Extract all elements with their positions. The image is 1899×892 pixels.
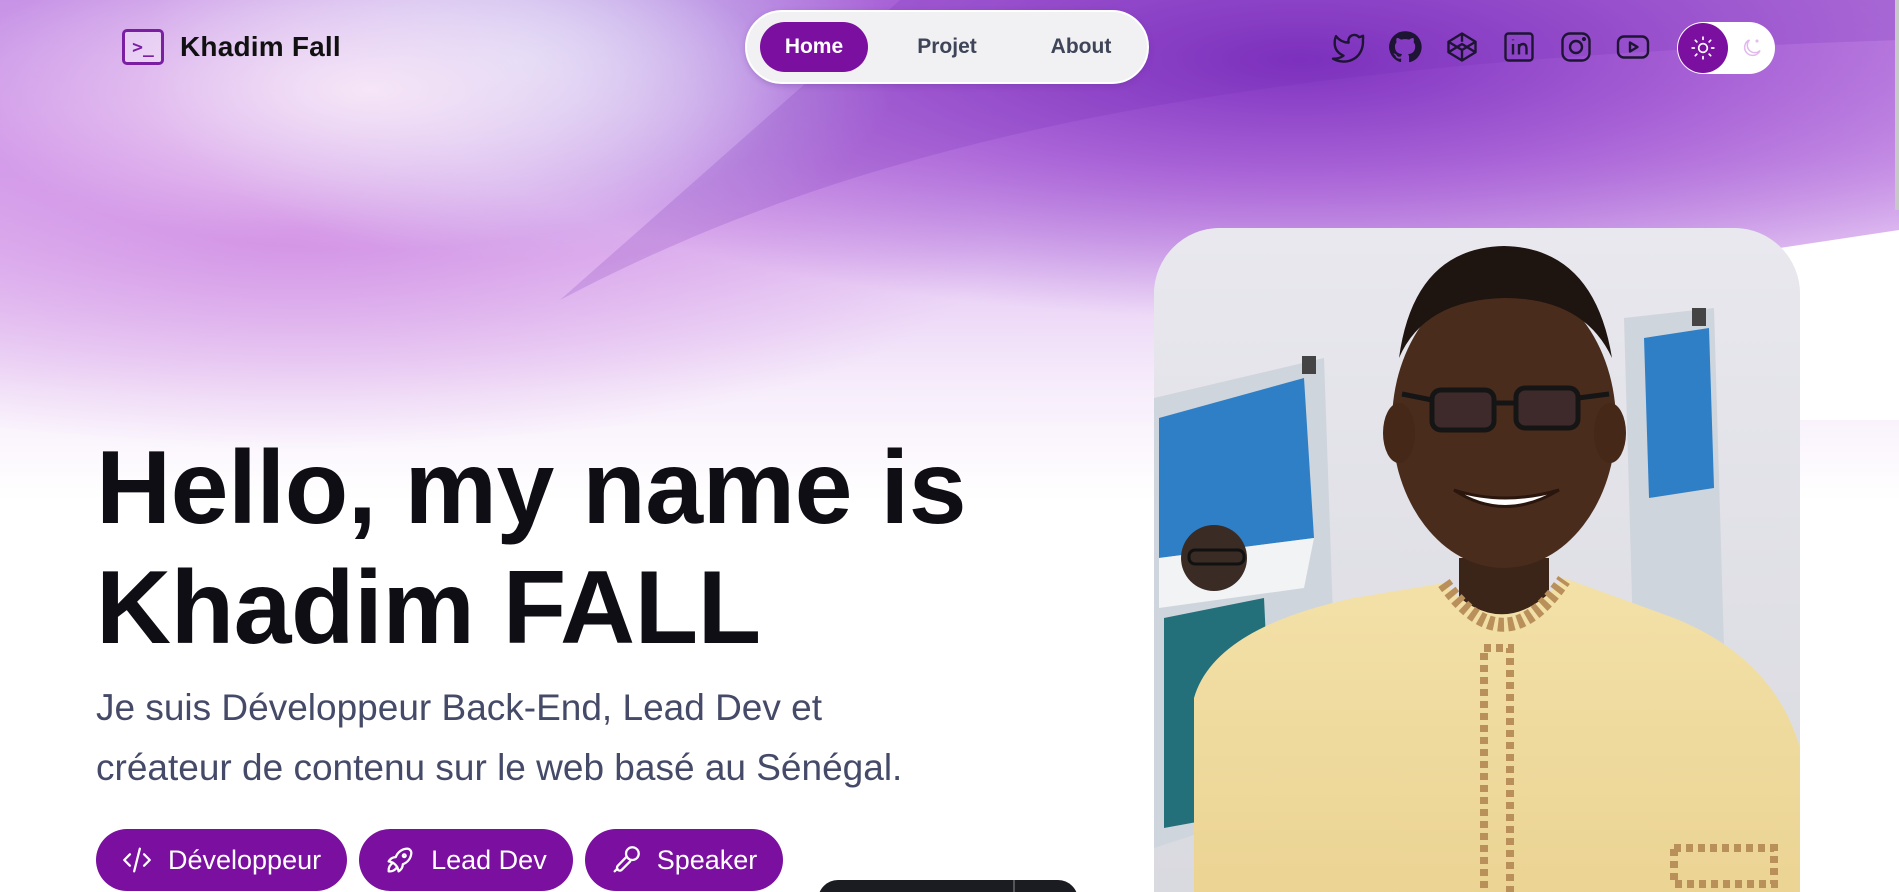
button-divider (1013, 880, 1015, 892)
tag-label: Lead Dev (431, 844, 547, 875)
instagram-icon[interactable] (1555, 26, 1597, 68)
nav-projet[interactable]: Projet (868, 22, 1026, 72)
nav-home[interactable]: Home (760, 22, 868, 72)
hero-subtitle: Je suis Développeur Back-End, Lead Dev e… (96, 678, 1056, 798)
hero-title: Hello, my name is Khadim FALL (96, 428, 1096, 668)
hero-title-line1: Hello, my name is (96, 430, 967, 546)
tag-label: Speaker (656, 844, 758, 875)
page-scrollbar[interactable] (1895, 0, 1899, 210)
partially-visible-button[interactable] (818, 880, 1078, 892)
moon-icon[interactable] (1732, 28, 1772, 68)
rocket-icon (387, 847, 413, 873)
hero-subtitle-line1: Je suis Développeur Back-End, Lead Dev e… (96, 687, 823, 728)
logo-text: Khadim Fall (180, 31, 341, 62)
youtube-icon[interactable] (1612, 26, 1654, 68)
tag-developpeur[interactable]: Développeur (96, 829, 348, 891)
profile-photo (1154, 228, 1800, 892)
sun-icon[interactable] (1678, 23, 1728, 73)
site-logo[interactable]: >_ Khadim Fall (122, 29, 341, 65)
role-tags: Développeur Lead Dev Speaker (96, 829, 784, 891)
linkedin-icon[interactable] (1498, 26, 1540, 68)
code-icon (123, 847, 151, 873)
github-icon[interactable] (1384, 26, 1426, 68)
tag-speaker[interactable]: Speaker (584, 829, 784, 891)
social-links (1327, 26, 1654, 68)
theme-toggle[interactable] (1677, 22, 1775, 74)
codepen-icon[interactable] (1441, 26, 1483, 68)
tag-label: Développeur (168, 844, 322, 875)
terminal-icon: >_ (122, 29, 164, 65)
tag-lead-dev[interactable]: Lead Dev (359, 829, 573, 891)
microphone-icon (613, 846, 640, 873)
twitter-icon[interactable] (1327, 26, 1369, 68)
nav-about[interactable]: About (1026, 22, 1136, 72)
main-nav: Home Projet About (745, 10, 1149, 84)
hero-title-line2: Khadim FALL (96, 550, 761, 666)
hero-subtitle-line2: créateur de contenu sur le web basé au S… (96, 747, 903, 788)
